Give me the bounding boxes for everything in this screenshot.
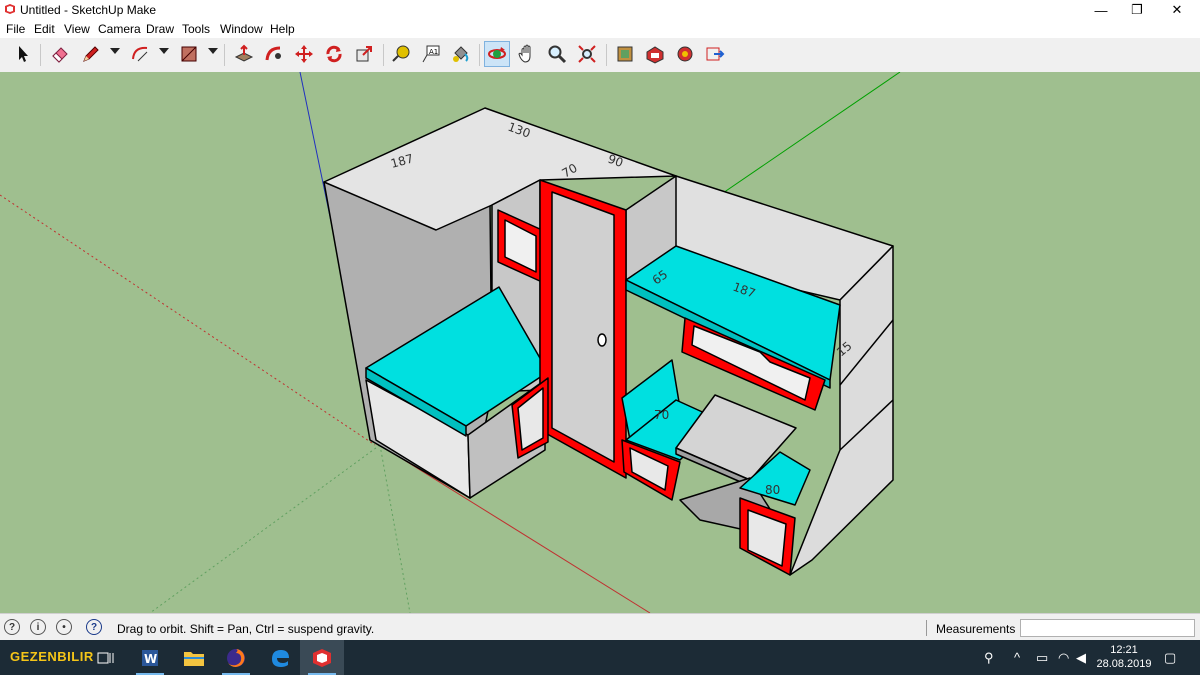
select-tool-icon[interactable] — [10, 41, 36, 67]
menu-window[interactable]: Window — [220, 22, 263, 36]
3d-warehouse-icon[interactable] — [612, 41, 638, 67]
toolbar-separator — [606, 44, 607, 66]
clock-time: 12:21 — [1110, 644, 1138, 656]
windows-taskbar: GEZENBILIR W ⚲ ^ ▭ ◠ ◀ 12:21 28.08.2019 … — [0, 640, 1200, 675]
wardrobe-knob-icon — [597, 333, 607, 347]
arc-tool-icon[interactable] — [127, 41, 153, 67]
window-title: Untitled - SketchUp Make — [20, 3, 157, 17]
eraser-tool-icon[interactable] — [47, 41, 73, 67]
measurements-input[interactable] — [1020, 619, 1195, 637]
svg-text:W: W — [144, 652, 157, 666]
scale-tool-icon[interactable] — [351, 41, 377, 67]
sketchup-taskbar-icon[interactable] — [300, 640, 344, 675]
modeling-viewport[interactable]: 187 130 70 90 65 187 15 70 80 — [0, 72, 1200, 613]
red-axis — [379, 444, 651, 613]
file-explorer-icon[interactable] — [172, 640, 216, 675]
dim-label-right-seat: 80 — [765, 483, 780, 497]
task-view-icon[interactable] — [84, 640, 128, 675]
sketchup-app-icon — [5, 4, 15, 14]
model-canvas[interactable]: 187 130 70 90 65 187 15 70 80 — [0, 72, 1200, 613]
paint-bucket-tool-icon[interactable] — [448, 41, 474, 67]
main-toolbar: A1 — [0, 38, 1200, 73]
pencil-tool-icon[interactable] — [78, 41, 104, 67]
move-tool-icon[interactable] — [291, 41, 317, 67]
menu-help[interactable]: Help — [270, 22, 295, 36]
zoom-tool-icon[interactable] — [544, 41, 570, 67]
dim-label-seat: 70 — [654, 408, 669, 422]
wardrobe-door[interactable] — [551, 191, 615, 463]
rectangle-dropdown-icon[interactable] — [208, 48, 218, 54]
status-divider — [926, 620, 927, 636]
title-bar: Untitled - SketchUp Make — ❐ ✕ — [0, 0, 1200, 20]
arc-dropdown-icon[interactable] — [159, 48, 169, 54]
geo-location-icon[interactable]: ? — [4, 619, 20, 635]
people-icon[interactable]: ⚲ — [984, 650, 994, 666]
word-icon[interactable]: W — [128, 640, 172, 675]
toolbar-separator — [224, 44, 225, 66]
extension-warehouse-icon[interactable] — [642, 41, 668, 67]
network-icon[interactable]: ◠ — [1058, 650, 1069, 666]
battery-icon[interactable]: ▭ — [1036, 650, 1048, 666]
text-tool-icon[interactable]: A1 — [418, 41, 444, 67]
menu-draw[interactable]: Draw — [146, 22, 174, 36]
volume-icon[interactable]: ◀ — [1076, 650, 1086, 666]
green-axis — [719, 72, 901, 196]
menu-bar: File Edit View Camera Draw Tools Window … — [0, 20, 1200, 38]
follow-me-tool-icon[interactable] — [261, 41, 287, 67]
pan-tool-icon[interactable] — [514, 41, 540, 67]
menu-edit[interactable]: Edit — [34, 22, 55, 36]
edge-icon[interactable] — [258, 640, 302, 675]
clock-date: 28.08.2019 — [1096, 658, 1152, 670]
rectangle-tool-icon[interactable] — [176, 41, 202, 67]
menu-camera[interactable]: Camera — [98, 22, 141, 36]
toolbar-separator — [383, 44, 384, 66]
show-hidden-icons-icon[interactable]: ^ — [1014, 650, 1020, 665]
user-account-icon[interactable]: • — [56, 619, 72, 635]
share-model-icon[interactable] — [702, 41, 728, 67]
credits-icon[interactable]: i — [30, 619, 46, 635]
toolbar-separator — [479, 44, 480, 66]
layout-icon[interactable] — [672, 41, 698, 67]
svg-text:A1: A1 — [429, 48, 438, 56]
red-axis-dotted — [0, 194, 376, 446]
menu-tools[interactable]: Tools — [182, 22, 210, 36]
toolbar-separator — [40, 44, 41, 66]
help-icon[interactable]: ? — [86, 619, 102, 635]
push-pull-tool-icon[interactable] — [231, 41, 257, 67]
zoom-extents-tool-icon[interactable] — [574, 41, 600, 67]
orbit-tool-icon[interactable] — [484, 41, 510, 67]
menu-view[interactable]: View — [64, 22, 90, 36]
green-axis-dotted — [379, 444, 411, 613]
pencil-dropdown-icon[interactable] — [110, 48, 120, 54]
status-bar: ? i • ? Drag to orbit. Shift = Pan, Ctrl… — [0, 613, 1200, 641]
menu-file[interactable]: File — [6, 22, 25, 36]
firefox-icon[interactable] — [214, 640, 258, 675]
close-button[interactable]: ✕ — [1154, 0, 1200, 20]
measurements-label: Measurements — [936, 622, 1016, 636]
rotate-tool-icon[interactable] — [321, 41, 347, 67]
green-axis-dotted-b — [149, 444, 381, 613]
system-clock[interactable]: 12:21 28.08.2019 — [1096, 643, 1152, 671]
camper-model[interactable] — [323, 107, 894, 576]
action-center-icon[interactable]: ▢ — [1164, 650, 1176, 666]
brand-watermark: GEZENBILIR — [10, 649, 94, 664]
tape-measure-tool-icon[interactable] — [388, 41, 414, 67]
status-hint: Drag to orbit. Shift = Pan, Ctrl = suspe… — [117, 622, 375, 636]
